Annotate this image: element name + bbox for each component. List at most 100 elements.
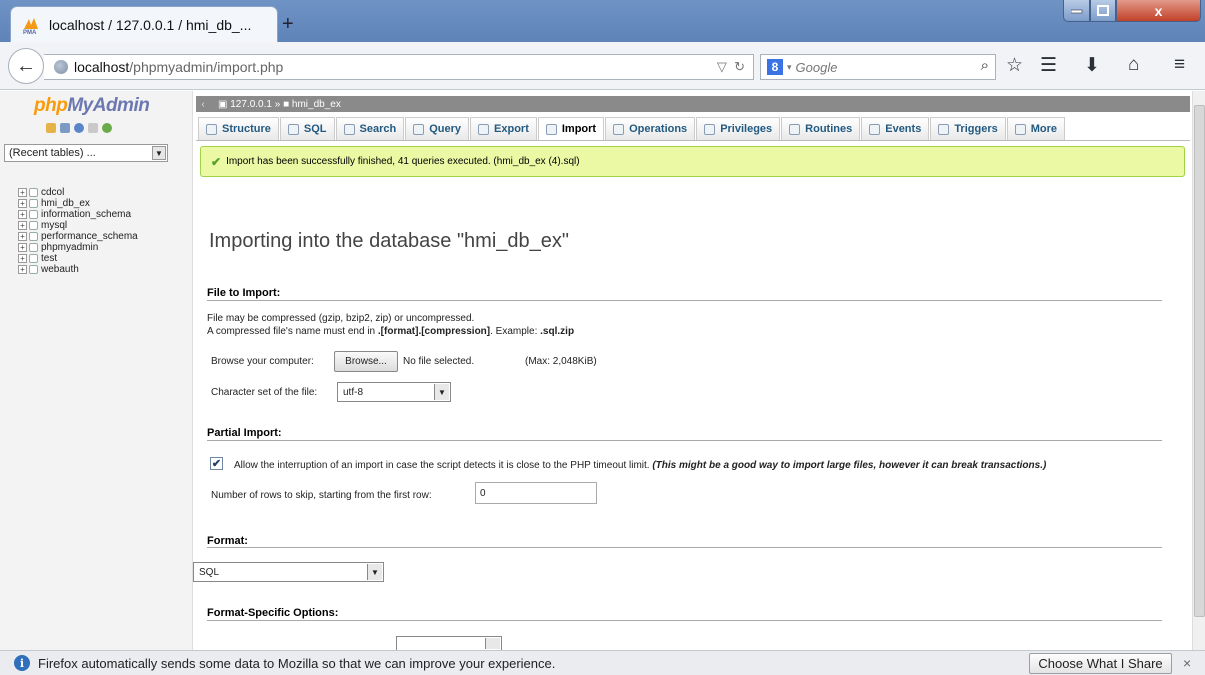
tab-routines[interactable]: Routines [781,117,861,140]
tab-label: Structure [222,123,271,135]
logout-icon[interactable] [60,123,70,133]
server-icon: ▣ [218,98,228,110]
home-icon[interactable] [46,123,56,133]
scrollbar-thumb[interactable] [1194,105,1205,617]
database-icon [29,210,38,219]
downloads-icon[interactable]: ⬇ [1084,54,1100,77]
database-icon [29,199,38,208]
success-message: ✔ Import has been successfully finished,… [200,146,1185,177]
close-icon[interactable]: × [1183,655,1191,671]
home-icon[interactable]: ⌂ [1128,54,1139,76]
database-item[interactable]: + performance_schema [18,231,138,242]
recent-tables-value: (Recent tables) ... [9,147,96,159]
phpmyadmin-logo[interactable]: phpMyAdmin [34,95,150,117]
database-icon: ■ [283,98,290,110]
url-bar[interactable]: localhost/phpmyadmin/import.php ▽ ↻ [44,54,754,80]
choose-what-i-share-button[interactable]: Choose What I Share [1029,653,1172,674]
tab-operations[interactable]: Operations [605,117,696,140]
skip-rows-label: Number of rows to skip, starting from th… [211,490,432,501]
reload-icon[interactable]: ↻ [734,59,745,74]
compression-info: File may be compressed (gzip, bzip2, zip… [207,313,475,324]
search-engine-dropdown-icon[interactable]: ▾ [787,62,792,73]
expand-icon[interactable]: + [18,265,27,274]
browse-label: Browse your computer: [211,356,314,367]
database-icon [29,254,38,263]
expand-icon[interactable]: + [18,199,27,208]
page-scrollbar[interactable] [1192,91,1205,650]
collapse-nav-icon[interactable]: ‹ [196,99,210,110]
hint-format: .[format].[compression] [377,326,491,337]
reload-nav-icon[interactable] [102,123,112,133]
format-options-title: Format-Specific Options: [207,607,339,619]
bookmarks-list-icon[interactable]: ☰ [1040,54,1057,77]
expand-icon[interactable]: + [18,188,27,197]
skip-rows-input[interactable]: 0 [475,482,597,504]
notification-bar: i Firefox automatically sends some data … [0,650,1205,675]
database-item[interactable]: + test [18,253,138,264]
expand-icon[interactable]: + [18,221,27,230]
privileges-icon [704,123,716,135]
url-actions: ▽ ↻ [717,59,745,75]
new-tab-button[interactable]: + [282,14,294,34]
max-size-label: (Max: 2,048KiB) [525,356,597,367]
browser-tab[interactable]: PMA localhost / 127.0.0.1 / hmi_db_... [10,6,278,42]
database-name: webauth [41,264,79,275]
database-item[interactable]: + information_schema [18,209,138,220]
allow-interrupt-checkbox[interactable]: ✔ [210,457,223,470]
tab-triggers[interactable]: Triggers [930,117,1006,140]
docs-icon[interactable] [88,123,98,133]
browse-button[interactable]: Browse... [334,351,398,372]
database-item[interactable]: + hmi_db_ex [18,198,138,209]
database-item[interactable]: + webauth [18,264,138,275]
menu-icon[interactable]: ≡ [1174,54,1185,76]
expand-icon[interactable]: + [18,232,27,241]
format-value: SQL [199,566,220,578]
database-name: phpmyadmin [41,242,99,253]
search-placeholder: Google [795,59,838,75]
expand-icon[interactable]: + [18,243,27,252]
database-name: cdcol [41,187,65,198]
database-item[interactable]: + cdcol [18,187,138,198]
database-item[interactable]: + mysql [18,220,138,231]
routines-icon [789,123,801,135]
format-option-select[interactable] [396,636,502,650]
search-bar[interactable]: 8 ▾ Google ⌕ [760,54,996,80]
expand-icon[interactable]: + [18,254,27,263]
minimize-button[interactable] [1063,0,1090,22]
tab-label: Query [429,123,462,135]
format-select[interactable]: SQL ▼ [193,562,384,582]
tab-label: Privileges [720,123,773,135]
sql-icon [287,123,299,135]
database-icon [29,232,38,241]
help-icon[interactable] [74,123,84,133]
tab-events[interactable]: Events [861,117,930,140]
tab-search[interactable]: Search [335,117,405,140]
page-title: Importing into the database "hmi_db_ex" [209,230,569,252]
back-button[interactable]: ← [8,48,44,84]
tab-privileges[interactable]: Privileges [696,117,781,140]
tab-import[interactable]: Import [537,117,605,140]
tab-structure[interactable]: Structure [198,117,279,140]
info-icon: i [14,655,30,671]
breadcrumb-database[interactable]: hmi_db_ex [292,99,341,110]
maximize-button[interactable] [1090,0,1116,22]
breadcrumb-server[interactable]: 127.0.0.1 [230,99,272,110]
recent-tables-select[interactable]: (Recent tables) ... ▼ [4,144,168,162]
close-window-button[interactable]: x [1116,0,1201,22]
success-check-icon: ✔ [211,154,222,169]
tab-label: Events [885,123,922,135]
charset-select[interactable]: utf-8 ▼ [337,382,451,402]
section-divider [207,300,1162,301]
section-divider [207,547,1162,548]
search-icon[interactable]: ⌕ [981,57,989,74]
tab-sql[interactable]: SQL [279,117,335,140]
dropdown-triangle-icon[interactable]: ▽ [717,59,727,74]
expand-icon[interactable]: + [18,210,27,219]
tab-query[interactable]: Query [405,117,470,140]
events-icon [869,123,881,135]
database-item[interactable]: + phpmyadmin [18,242,138,253]
bookmark-star-icon[interactable]: ☆ [1006,54,1023,77]
success-text: Import has been successfully finished, 4… [226,156,580,167]
tab-export[interactable]: Export [470,117,537,140]
tab-more[interactable]: More [1006,117,1065,140]
